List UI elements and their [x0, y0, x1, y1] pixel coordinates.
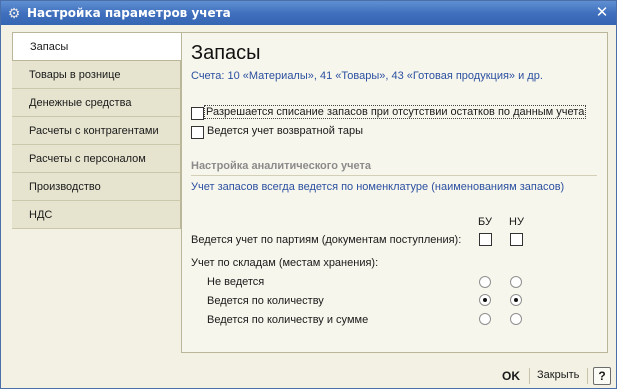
warehouse-none-bu-radio[interactable]: [479, 276, 491, 288]
accounts-link[interactable]: Счета: 10 «Материалы», 41 «Товары», 43 «…: [191, 70, 543, 82]
sidebar-item-label: НДС: [29, 209, 53, 221]
help-button[interactable]: ?: [593, 367, 611, 385]
footer-separator: [587, 368, 588, 384]
ok-button[interactable]: OK: [502, 369, 520, 383]
batches-label: Ведется учет по партиям (документам пост…: [191, 234, 462, 246]
sidebar: Запасы Товары в рознице Денежные средств…: [12, 32, 181, 229]
sidebar-item-label: Производство: [29, 181, 101, 193]
analytics-section-header: Настройка аналитического учета: [191, 160, 371, 172]
sidebar-item-raschety-s-kontragentami[interactable]: Расчеты с контрагентами: [12, 117, 181, 145]
batches-nu-checkbox[interactable]: [510, 233, 523, 246]
sidebar-item-tovary-v-roznice[interactable]: Товары в рознице: [12, 61, 181, 89]
analytics-info-text: Учет запасов всегда ведется по номенклат…: [191, 181, 565, 193]
warehouse-qty-sum-nu-radio[interactable]: [510, 313, 522, 325]
sidebar-item-label: Товары в рознице: [29, 69, 121, 81]
title-bar: ⚙ Настройка параметров учета ✕: [1, 1, 616, 25]
sidebar-item-label: Расчеты с контрагентами: [29, 125, 159, 137]
warehouse-none-nu-radio[interactable]: [510, 276, 522, 288]
allow-writeoff-checkbox[interactable]: [191, 107, 204, 120]
allow-writeoff-label[interactable]: Разрешается списание запасов при отсутст…: [203, 105, 587, 119]
gear-icon: ⚙: [7, 5, 21, 21]
warehouse-option-label: Ведется по количеству и сумме: [207, 314, 369, 326]
warehouse-qty-bu-radio[interactable]: [479, 294, 491, 306]
column-header-nu: НУ: [509, 216, 524, 228]
sidebar-item-label: Запасы: [30, 41, 69, 53]
returnable-packaging-label[interactable]: Ведется учет возвратной тары: [207, 125, 363, 137]
batches-bu-checkbox[interactable]: [479, 233, 492, 246]
window-title: Настройка параметров учета: [27, 6, 231, 20]
column-header-bu: БУ: [478, 216, 492, 228]
sidebar-item-zapasy[interactable]: Запасы: [12, 32, 181, 61]
sidebar-item-nds[interactable]: НДС: [12, 201, 181, 229]
close-button[interactable]: Закрыть: [537, 369, 579, 381]
warehouse-option-label: Не ведется: [207, 276, 265, 288]
warehouse-qty-sum-bu-radio[interactable]: [479, 313, 491, 325]
sidebar-item-label: Расчеты с персоналом: [29, 153, 146, 165]
returnable-packaging-checkbox[interactable]: [191, 126, 204, 139]
footer-bar: [1, 363, 616, 388]
sidebar-item-label: Денежные средства: [29, 97, 132, 109]
warehouse-option-label: Ведется по количеству: [207, 295, 324, 307]
warehouses-label: Учет по складам (местам хранения):: [191, 257, 379, 269]
sidebar-item-raschety-s-personalom[interactable]: Расчеты с персоналом: [12, 145, 181, 173]
warehouse-qty-nu-radio[interactable]: [510, 294, 522, 306]
sidebar-item-denezhnye-sredstva[interactable]: Денежные средства: [12, 89, 181, 117]
settings-window: ⚙ Настройка параметров учета ✕ Запасы То…: [0, 0, 617, 389]
sidebar-item-proizvodstvo[interactable]: Производство: [12, 173, 181, 201]
page-title: Запасы: [191, 42, 261, 64]
section-divider: [191, 175, 597, 176]
footer-separator: [529, 368, 530, 384]
close-icon[interactable]: ✕: [594, 4, 610, 21]
